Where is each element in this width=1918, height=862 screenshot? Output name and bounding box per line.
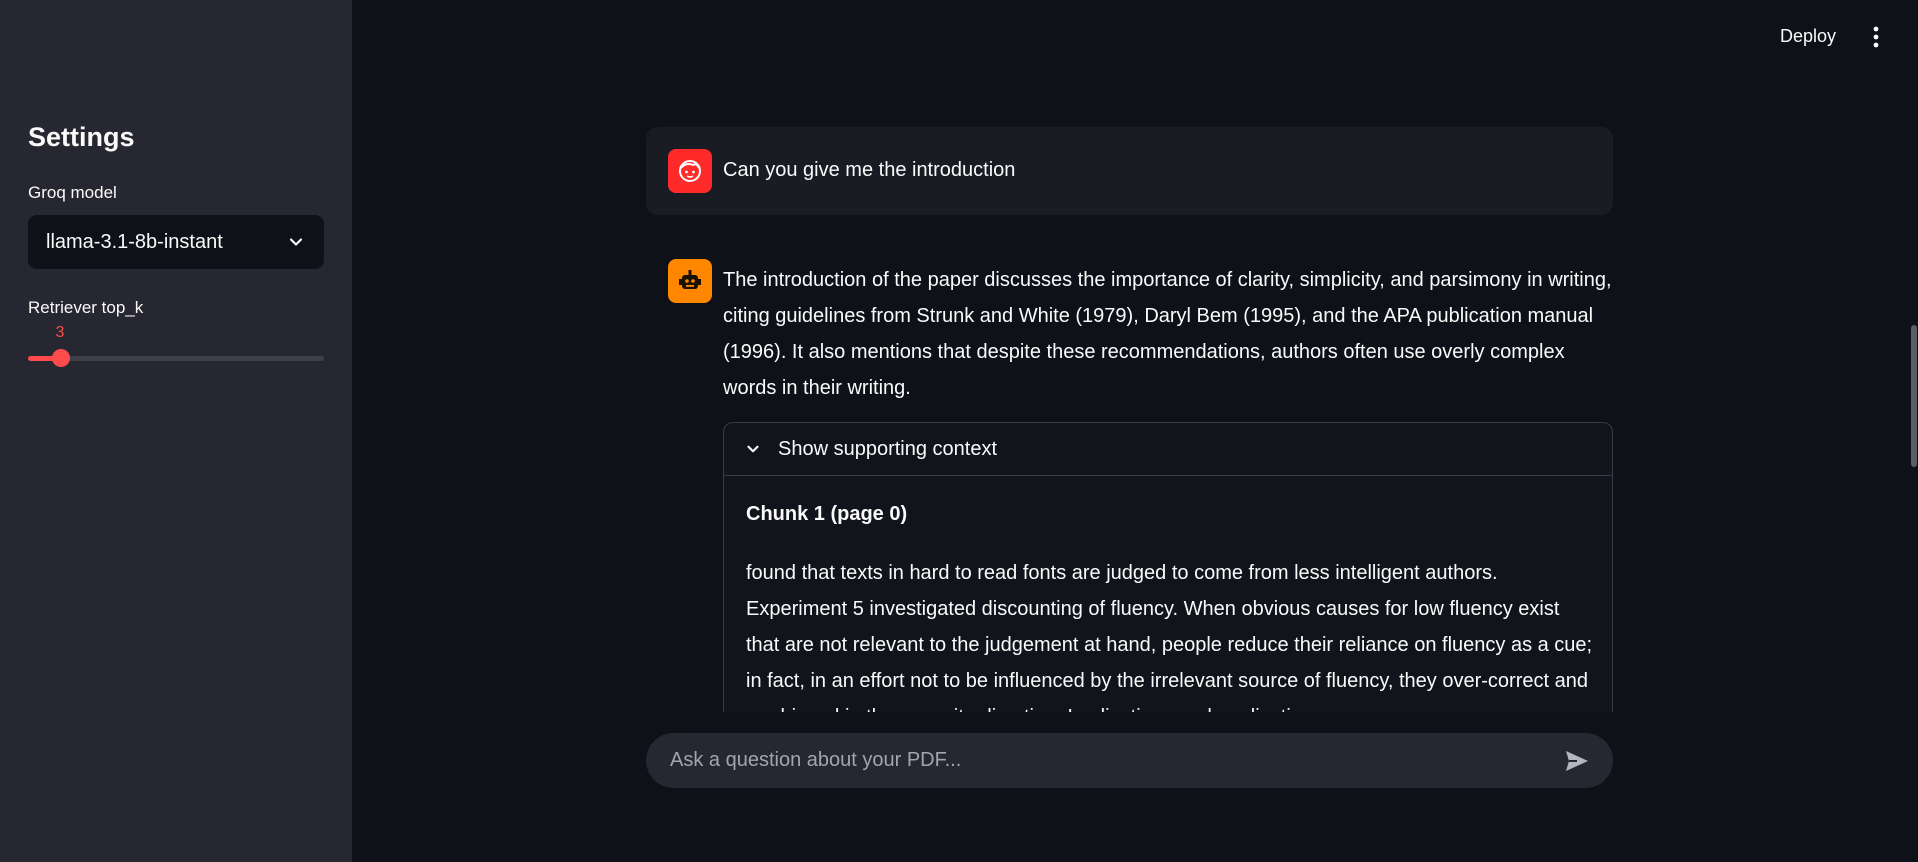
model-select-value: llama-3.1-8b-instant <box>46 230 223 253</box>
top-k-label: Retriever top_k <box>28 298 144 317</box>
supporting-context-expander: Show supporting context Chunk 1 (page 0)… <box>723 422 1613 712</box>
user-message-text: Can you give me the introduction <box>723 159 1016 181</box>
expander-header[interactable]: Show supporting context <box>724 423 1612 476</box>
sidebar: Settings Groq model llama-3.1-8b-instant… <box>0 0 352 862</box>
chat-input[interactable] <box>668 748 1563 773</box>
more-vertical-icon[interactable] <box>1866 24 1886 50</box>
top-k-slider-value: 3 <box>55 324 65 341</box>
user-face-icon <box>679 160 701 182</box>
deploy-button[interactable]: Deploy <box>1772 22 1844 51</box>
send-icon[interactable] <box>1563 747 1591 775</box>
chevron-down-icon <box>289 238 303 246</box>
assistant-message-text: The introduction of the paper discusses … <box>723 269 1612 399</box>
assistant-avatar <box>668 259 712 303</box>
model-select[interactable]: llama-3.1-8b-instant <box>28 215 324 269</box>
sidebar-title: Settings <box>28 122 135 152</box>
chat-input-container <box>646 733 1613 788</box>
chevron-down-icon <box>747 445 759 453</box>
expander-label: Show supporting context <box>778 437 998 460</box>
scrollbar[interactable] <box>1911 325 1917 467</box>
user-avatar <box>668 149 712 193</box>
top-k-slider-track[interactable] <box>28 356 324 361</box>
chunk-text: found that texts in hard to read fonts a… <box>746 562 1593 712</box>
model-label: Groq model <box>28 183 117 202</box>
top-k-slider-thumb[interactable] <box>51 349 70 367</box>
robot-icon <box>679 270 701 289</box>
chunk-title: Chunk 1 (page 0) <box>746 503 908 525</box>
